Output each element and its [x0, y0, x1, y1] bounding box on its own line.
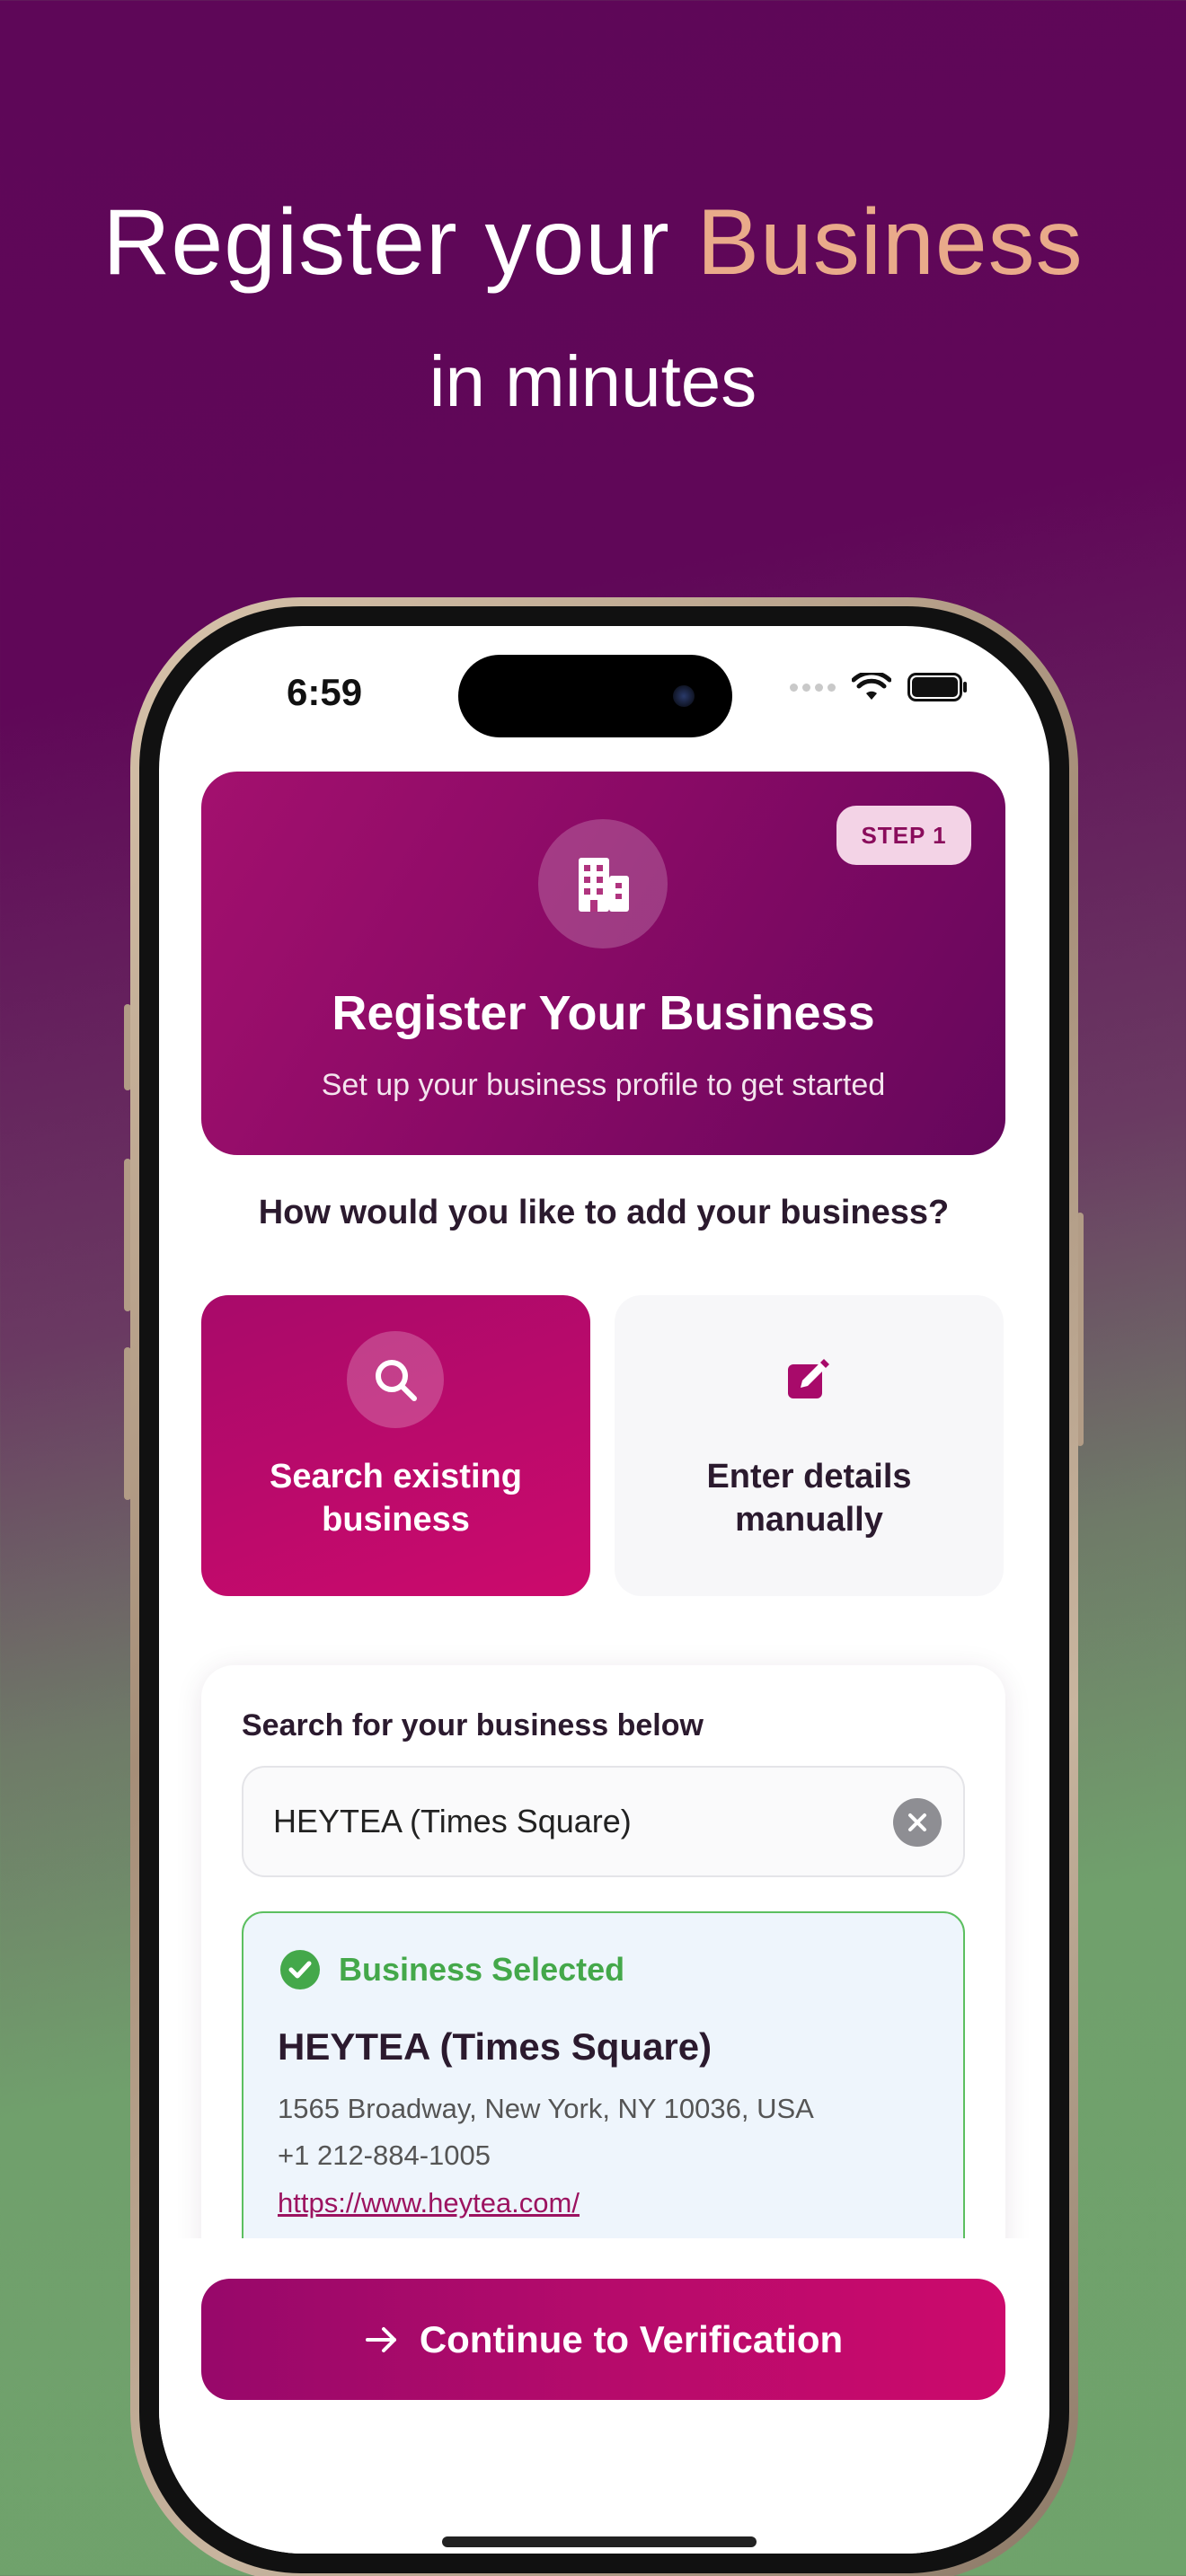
- continue-button-label: Continue to Verification: [419, 2317, 844, 2360]
- search-existing-label: Search existing business: [270, 1458, 522, 1539]
- edit-icon: [788, 1359, 829, 1398]
- business-phone: +1 212-884-1005: [278, 2139, 491, 2171]
- battery-icon: [907, 673, 967, 701]
- step-badge: STEP 1: [836, 806, 971, 865]
- enter-manually-option[interactable]: Enter details manually: [615, 1295, 1004, 1596]
- selected-status: Business Selected: [279, 1949, 624, 1990]
- check-circle-icon: [280, 1950, 320, 1989]
- camera-icon: [673, 685, 695, 707]
- hero-card: STEP 1 Register Your Business Set up you…: [201, 772, 1005, 1155]
- headline-prefix: Register your: [102, 190, 697, 295]
- close-icon: [908, 1813, 926, 1831]
- search-icon: [376, 1360, 417, 1401]
- clear-search-button[interactable]: [893, 1798, 942, 1847]
- phone-frame: 6:59 STEP 1 Register Your Business Set u…: [130, 597, 1078, 2576]
- phone-bezel: 6:59 STEP 1 Register Your Business Set u…: [139, 606, 1069, 2573]
- status-icons: [790, 673, 969, 701]
- hero-title: Register Your Business: [332, 986, 875, 1040]
- business-name: HEYTEA (Times Square): [278, 2025, 712, 2068]
- dynamic-island: [458, 655, 732, 737]
- search-card: Search for your business below HEYTEA (T…: [201, 1665, 1005, 2342]
- continue-button[interactable]: Continue to Verification: [201, 2279, 1005, 2400]
- headline-accent: Business: [696, 190, 1084, 295]
- search-existing-option[interactable]: Search existing business: [201, 1295, 590, 1596]
- marketing-headline: Register your Business: [0, 184, 1186, 301]
- business-search-input[interactable]: HEYTEA (Times Square): [242, 1766, 965, 1877]
- building-icon: [579, 858, 629, 912]
- app-screen: 6:59 STEP 1 Register Your Business Set u…: [159, 626, 1049, 2554]
- search-title: Search for your business below: [242, 1708, 704, 1742]
- home-indicator[interactable]: [442, 2536, 757, 2547]
- hero-subtitle: Set up your business profile to get star…: [321, 1068, 886, 1102]
- marketing-subheadline: in minutes: [429, 341, 757, 421]
- manual-option-icon-circle: [760, 1331, 857, 1428]
- selected-status-text: Business Selected: [339, 1951, 625, 1988]
- wifi-icon: [852, 673, 891, 700]
- cellular-signal-icon: [790, 683, 836, 692]
- arrow-right-icon: [365, 2326, 396, 2352]
- status-time: 6:59: [287, 671, 363, 713]
- search-option-icon-circle: [347, 1331, 444, 1428]
- search-input-value: HEYTEA (Times Square): [273, 1803, 632, 1839]
- business-address: 1565 Broadway, New York, NY 10036, USA: [278, 2093, 814, 2124]
- enter-manually-label: Enter details manually: [706, 1458, 912, 1539]
- hero-icon-circle: [538, 819, 668, 948]
- business-website-link[interactable]: https://www.heytea.com/: [278, 2187, 580, 2219]
- add-method-question: How would you like to add your business?: [258, 1194, 950, 1231]
